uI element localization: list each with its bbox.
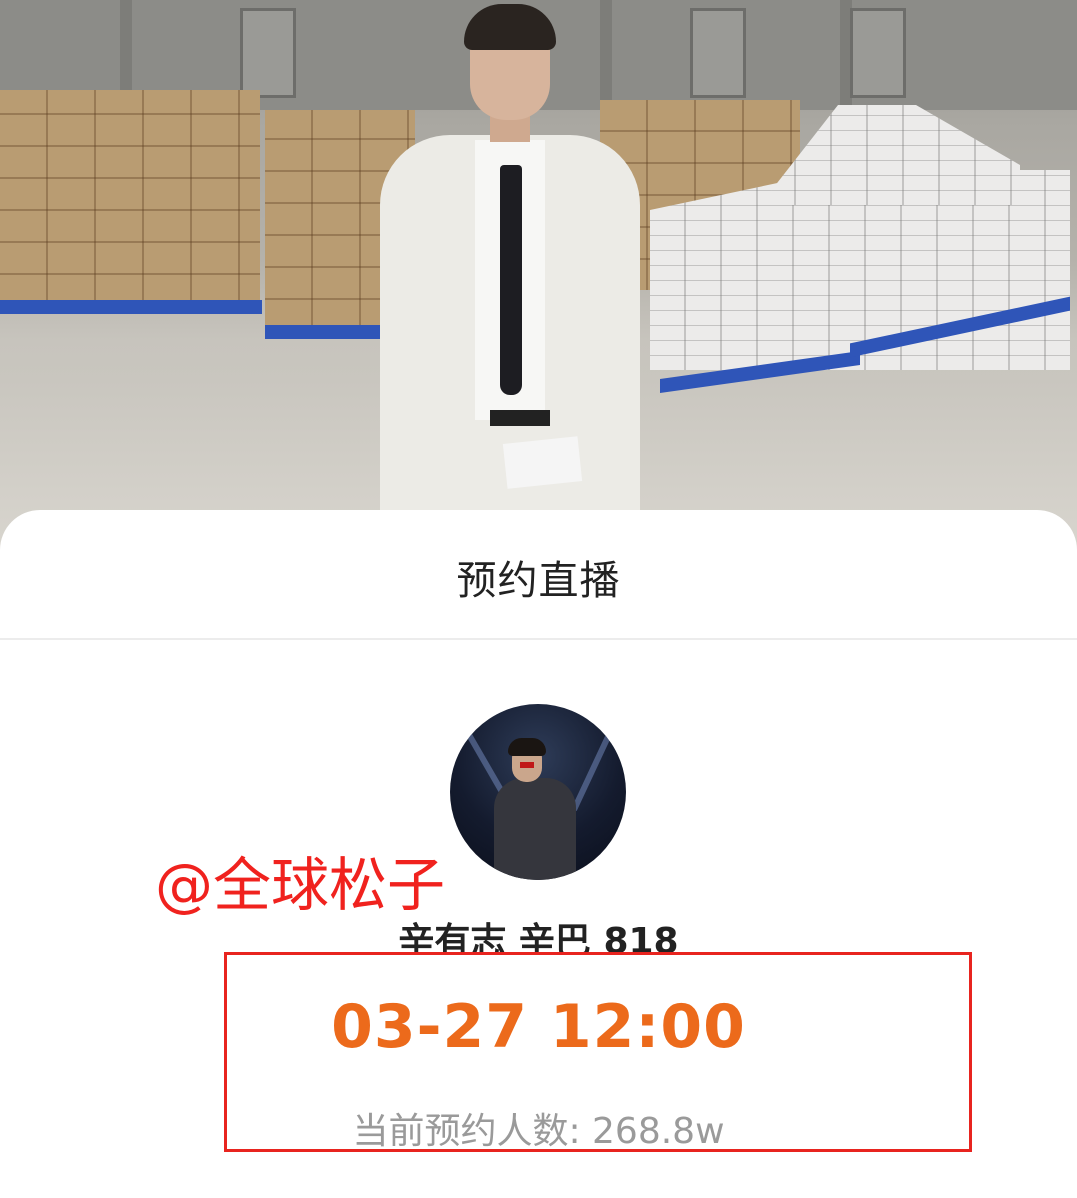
live-preview-background	[0, 0, 1077, 560]
streamer-avatar[interactable]	[450, 704, 626, 880]
live-datetime: 03-27 12:00	[331, 992, 746, 1062]
cardboard-box-stack	[0, 90, 260, 305]
microphone-icon	[520, 762, 534, 768]
sheet-title: 预约直播	[456, 558, 621, 604]
warehouse-door	[690, 8, 746, 98]
warehouse-door	[850, 8, 906, 98]
warehouse-door	[240, 8, 296, 98]
reservation-count: 当前预约人数: 268.8w	[352, 1111, 725, 1152]
reservation-sheet: 预约直播 @全球松子 辛有志 辛巴 818 03-27 12:00 当前预约人数…	[0, 510, 1077, 1198]
presenter-figure	[360, 0, 640, 560]
watermark-text: @全球松子	[155, 851, 446, 919]
sheet-header: 预约直播	[0, 510, 1077, 640]
streamer-name[interactable]: 辛有志 辛巴 818	[0, 912, 1077, 952]
